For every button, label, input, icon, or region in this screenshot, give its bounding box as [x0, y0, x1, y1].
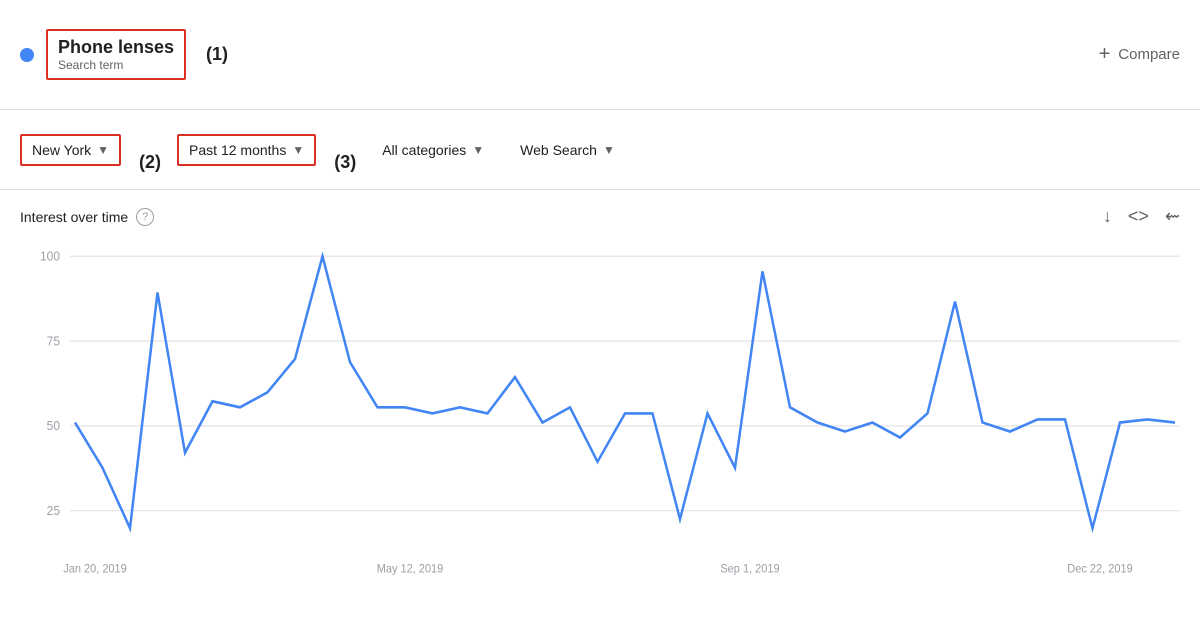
svg-text:May 12, 2019: May 12, 2019 [377, 563, 444, 575]
help-icon[interactable]: ? [136, 208, 154, 226]
search-type-dropdown-arrow: ▼ [603, 143, 615, 157]
chart-title-row: Interest over time ? [20, 208, 154, 226]
svg-text:Sep 1, 2019: Sep 1, 2019 [720, 563, 779, 575]
category-label: All categories [382, 142, 466, 158]
search-term-container: Phone lenses Search term (1) [20, 29, 228, 80]
filter-number-3: (3) [334, 152, 356, 177]
svg-text:75: 75 [47, 334, 60, 348]
interest-over-time-chart: 100 75 50 25 Jan 20, 2019 May 12, 2019 S… [20, 235, 1180, 585]
search-term-box[interactable]: Phone lenses Search term [46, 29, 186, 80]
search-dot-indicator [20, 48, 34, 62]
term-number-1: (1) [206, 44, 228, 65]
compare-plus-icon: + [1099, 43, 1111, 66]
svg-text:100: 100 [40, 249, 60, 263]
filter-number-2: (2) [139, 152, 161, 177]
svg-text:50: 50 [47, 419, 60, 433]
chart-actions: ↓ <> ⇜ [1103, 206, 1180, 227]
location-dropdown-arrow: ▼ [97, 143, 109, 157]
location-label: New York [32, 142, 91, 158]
share-icon[interactable]: ⇜ [1165, 206, 1180, 227]
svg-text:25: 25 [47, 504, 60, 518]
compare-button[interactable]: + Compare [1099, 43, 1180, 66]
compare-label: Compare [1118, 46, 1180, 63]
category-dropdown-arrow: ▼ [472, 143, 484, 157]
search-type-filter[interactable]: Web Search ▼ [510, 136, 625, 164]
time-range-dropdown-arrow: ▼ [292, 143, 304, 157]
filters-bar: New York ▼ (2) Past 12 months ▼ (3) All … [0, 110, 1200, 190]
chart-title: Interest over time [20, 209, 128, 225]
search-type-label: Web Search [520, 142, 597, 158]
location-filter[interactable]: New York ▼ [20, 134, 121, 166]
search-term-text: Phone lenses [58, 37, 174, 58]
embed-icon[interactable]: <> [1128, 206, 1149, 227]
category-filter[interactable]: All categories ▼ [372, 136, 494, 164]
svg-text:Jan 20, 2019: Jan 20, 2019 [63, 563, 127, 575]
time-range-label: Past 12 months [189, 142, 286, 158]
svg-text:Dec 22, 2019: Dec 22, 2019 [1067, 563, 1132, 575]
header: Phone lenses Search term (1) + Compare [0, 0, 1200, 110]
time-range-filter[interactable]: Past 12 months ▼ [177, 134, 316, 166]
download-icon[interactable]: ↓ [1103, 206, 1112, 227]
chart-header: Interest over time ? ↓ <> ⇜ [20, 206, 1180, 227]
search-term-sublabel: Search term [58, 58, 174, 72]
chart-section: Interest over time ? ↓ <> ⇜ 100 75 50 25 [0, 190, 1200, 585]
